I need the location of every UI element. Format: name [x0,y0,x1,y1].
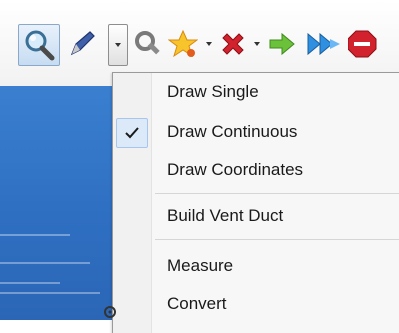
stop-button[interactable] [348,24,398,64]
checkmark-icon [125,127,139,139]
menu-item-convert[interactable]: Convert [113,287,399,321]
zoom-button[interactable] [18,24,60,66]
delete-button[interactable] [216,24,250,64]
check-highlight [116,118,148,148]
menu-item-label: Measure [167,256,234,275]
chevron-down-icon [115,43,121,47]
menu-separator [155,239,399,240]
tools-button[interactable] [132,24,164,64]
pane-line [0,282,60,284]
stop-icon [348,30,377,58]
next-button[interactable] [264,24,300,64]
wrench-icon [135,31,160,55]
green-arrow-icon [269,32,295,56]
menu-item-label: Build Vent Duct [167,206,284,225]
menu-item-build-vent-duct[interactable]: Build Vent Duct [113,199,399,233]
document-pane[interactable] [0,86,112,320]
menu-item-draw-continuous[interactable]: Draw Continuous [113,115,399,149]
star-button[interactable] [166,24,200,64]
menu-item-draw-single[interactable]: Draw Single [113,75,399,109]
menu-item-label: Draw Continuous [167,122,298,141]
chevron-down-icon [206,42,212,46]
magnifier-icon [25,30,55,61]
menu-item-draw-coordinates[interactable]: Draw Coordinates [113,153,399,187]
pane-line [0,292,100,294]
menu-item-label: Draw Coordinates [167,160,304,179]
pane-line [0,234,70,236]
pencil-icon [70,31,95,56]
draw-dropdown-button[interactable] [108,24,128,66]
blue-double-arrow-icon [307,32,340,56]
menu-item-label: Draw Single [167,82,259,101]
star-dropdown[interactable] [204,24,214,64]
pane-line [0,262,90,264]
delete-dropdown[interactable] [252,24,262,64]
chevron-down-icon [254,42,260,46]
star-icon [168,29,198,58]
red-x-icon [222,33,244,55]
draw-mode-menu: Draw Single Draw Continuous Draw Coordin… [112,72,399,333]
fast-forward-button[interactable] [304,24,344,64]
menu-item-measure[interactable]: Measure [113,249,399,283]
draw-button[interactable] [64,24,100,64]
menu-separator [155,193,399,194]
cursor-icon [104,306,116,318]
menu-item-label: Convert [167,294,227,313]
